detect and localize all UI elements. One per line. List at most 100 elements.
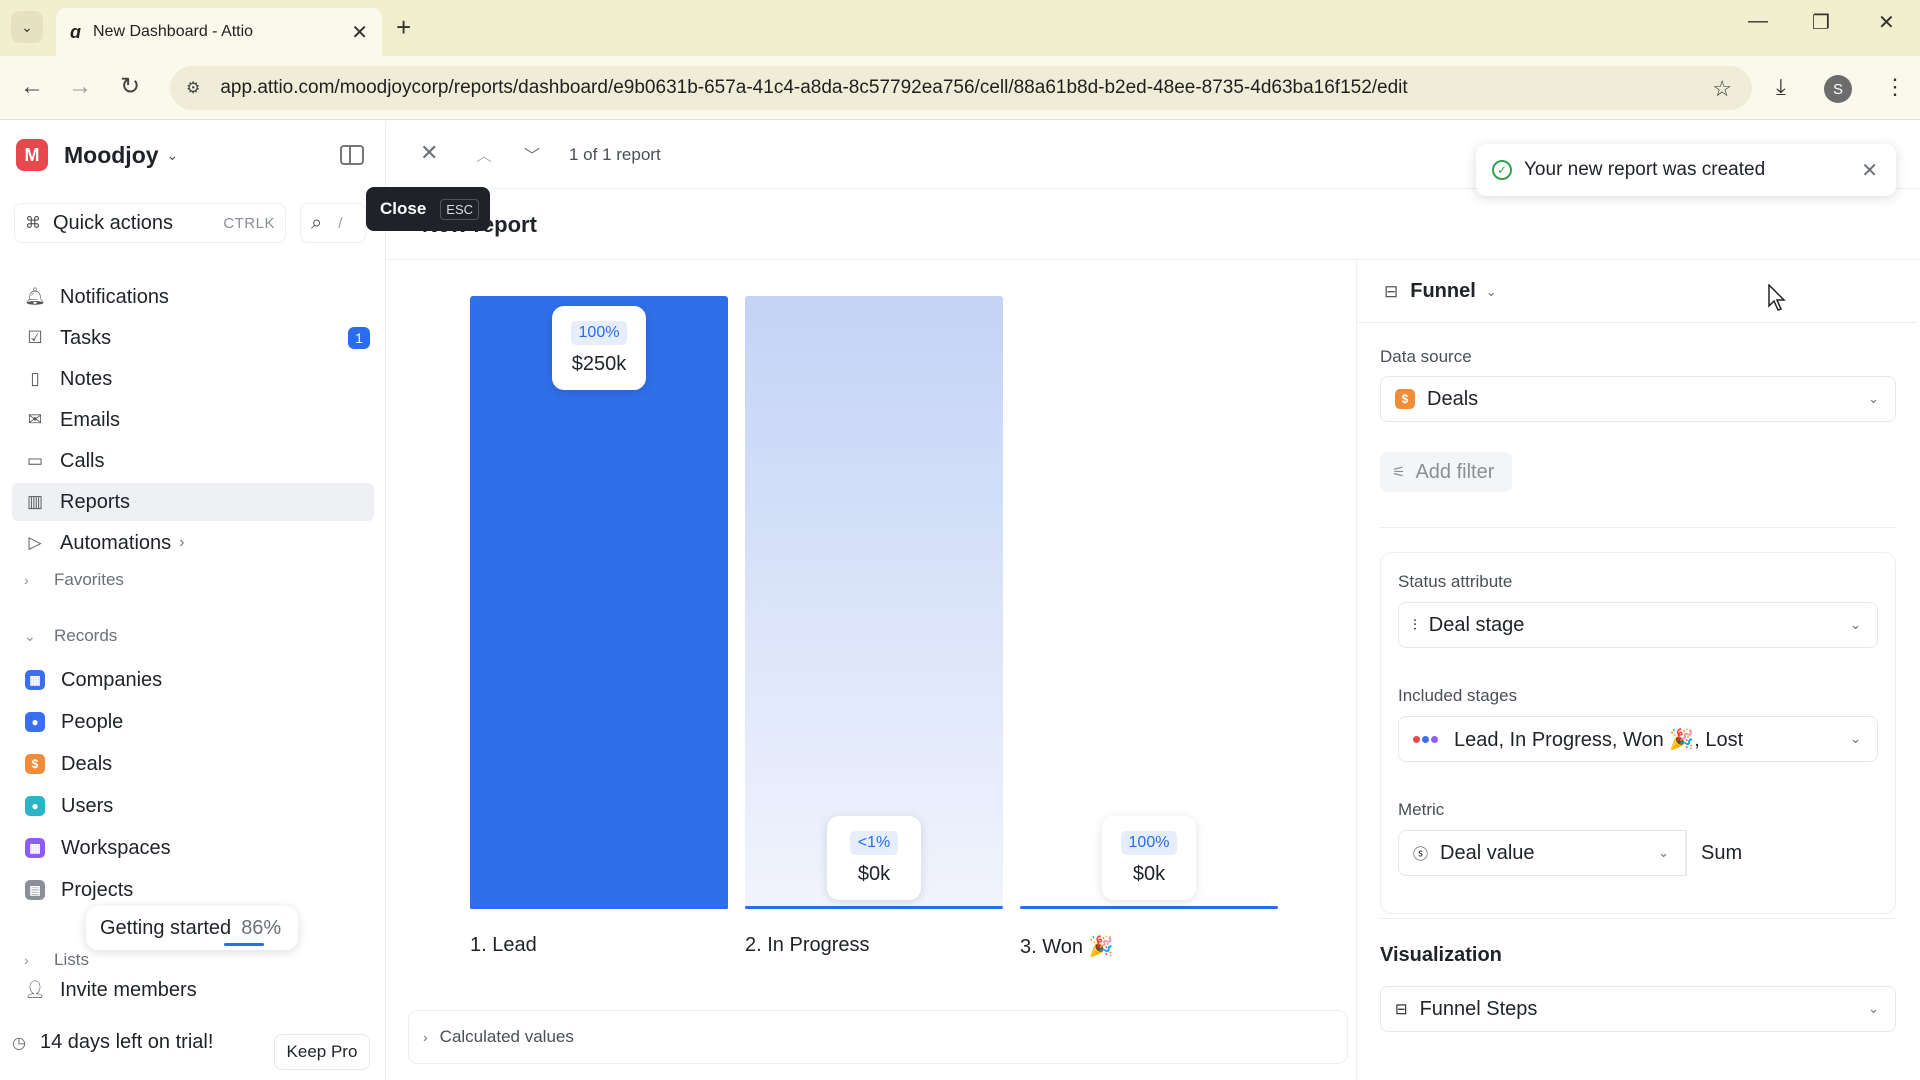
sidebar-item-emails[interactable]: ✉ Emails — [12, 401, 374, 439]
funnel-data-label: <1% $0k — [827, 816, 921, 900]
visualization-select[interactable]: ⊟ Funnel Steps ⌄ — [1380, 986, 1896, 1032]
add-filter-button[interactable]: ⚟ Add filter — [1380, 452, 1512, 492]
divider — [1357, 322, 1917, 323]
sidebar-item-automations[interactable]: ▷ Automations › — [12, 524, 374, 562]
funnel-value-label: $250k — [571, 352, 627, 375]
quick-actions-button[interactable]: ⌘ Quick actions CTRLK — [14, 203, 286, 243]
restore-icon[interactable]: ❐ — [1812, 10, 1830, 35]
new-tab-button[interactable]: + — [396, 12, 411, 42]
sidebar-item-notes[interactable]: ▯ Notes — [12, 360, 374, 398]
sidebar-item-workspaces[interactable]: ▦ Workspaces — [12, 829, 374, 867]
funnel-value-label: $0k — [1132, 862, 1166, 885]
tasks-count-badge: 1 — [348, 327, 370, 349]
chart-type-label: Funnel — [1410, 280, 1476, 302]
people-icon: ● — [25, 712, 45, 732]
mail-icon: ✉ — [27, 410, 43, 429]
metric-value: Deal value — [1440, 841, 1535, 864]
quick-actions-label: Quick actions — [53, 211, 174, 234]
search-button[interactable]: ⌕ / — [300, 203, 366, 243]
browser-menu-icon[interactable]: ⋮ — [1884, 74, 1906, 100]
chevron-down-icon: ⌄ — [21, 18, 33, 35]
favorites-section-toggle[interactable]: › Favorites — [24, 570, 124, 590]
site-settings-icon[interactable]: ⚙ — [186, 78, 200, 98]
tab-title: New Dashboard - Attio — [93, 23, 254, 40]
forward-icon[interactable]: → — [68, 72, 92, 102]
chevron-down-icon: ⌄ — [1658, 845, 1669, 860]
included-stages-select[interactable]: Lead, In Progress, Won 🎉, Lost ⌄ — [1398, 716, 1878, 762]
success-toast: ✓ Your new report was created ✕ — [1476, 144, 1896, 196]
chevron-right-icon: › — [24, 572, 29, 588]
sidebar-item-label: Emails — [60, 408, 121, 431]
tab-close-icon[interactable]: ✕ — [351, 20, 368, 45]
status-attribute-select[interactable]: ⫶ Deal stage ⌄ — [1398, 602, 1878, 648]
getting-started-widget[interactable]: Getting started 86% — [86, 906, 298, 950]
deals-icon: $ — [25, 754, 45, 774]
projects-icon: ▤ — [25, 880, 45, 900]
profile-avatar[interactable]: S — [1824, 75, 1852, 103]
lists-section-toggle[interactable]: › Lists — [24, 950, 89, 970]
next-report-icon[interactable]: ﹀ — [524, 142, 540, 166]
workspaces-icon: ▦ — [25, 838, 45, 858]
workspace-switcher[interactable]: M Moodjoy ⌄ — [16, 139, 178, 171]
download-icon[interactable]: ⤓ — [1776, 74, 1786, 100]
chevron-down-icon: ⌄ — [1850, 617, 1861, 632]
data-source-select[interactable]: $ Deals ⌄ — [1380, 376, 1896, 422]
check-circle-icon: ✓ — [1492, 160, 1512, 180]
back-icon[interactable]: ← — [20, 72, 44, 102]
sidebar-item-people[interactable]: ● People — [12, 703, 374, 741]
workspace-name: Moodjoy — [64, 141, 159, 168]
url-text: app.attio.com/moodjoycorp/reports/dashbo… — [220, 77, 1408, 98]
getting-started-percent: 86% — [241, 916, 282, 939]
users-icon: ● — [25, 796, 45, 816]
sidebar-item-reports[interactable]: ▥ Reports — [12, 483, 374, 521]
sidebar-item-projects[interactable]: ▤ Projects — [12, 871, 374, 909]
bookmark-star-icon[interactable]: ☆ — [1712, 76, 1732, 102]
sidebar-item-label: Automations — [60, 531, 172, 554]
reload-icon[interactable]: ↻ — [120, 72, 140, 102]
divider — [1380, 527, 1896, 528]
funnel-chart: 100% $250k 1. Lead <1% $0k 2. In Progress 100%… — [400, 262, 1340, 1002]
sidebar-item-companies[interactable]: ▦ Companies — [12, 661, 374, 699]
tooltip-label: Close — [380, 199, 427, 218]
sidebar-item-users[interactable]: ● Users — [12, 787, 374, 825]
data-source-value: Deals — [1427, 387, 1479, 410]
search-shortcut: / — [338, 214, 343, 232]
chevron-down-icon: ⌄ — [1850, 731, 1861, 746]
sidebar-item-label: People — [61, 710, 124, 733]
sidebar-item-calls[interactable]: ▭ Calls — [12, 442, 374, 480]
metric-select[interactable]: ⓢ Deal value ⌄ — [1398, 830, 1686, 876]
stage-dot — [1431, 735, 1438, 743]
funnel-steps-icon: ⊟ — [1395, 1001, 1408, 1018]
chevron-right-icon: › — [423, 1029, 428, 1045]
sidebar-item-label: Companies — [61, 668, 163, 691]
tab-search-button[interactable]: ⌄ — [11, 11, 43, 43]
sidebar-toggle-icon[interactable] — [340, 145, 364, 165]
quick-actions-shortcut: CTRLK — [223, 214, 275, 232]
chart-type-selector[interactable]: ⊟ Funnel ⌄ — [1384, 280, 1497, 303]
close-report-icon[interactable]: ✕ — [420, 140, 438, 166]
status-attribute-label: Status attribute — [1398, 572, 1513, 591]
chevron-right-icon: › — [179, 534, 185, 551]
records-section-toggle[interactable]: ⌄ Records — [24, 626, 117, 646]
funnel-category-label: 3. Won 🎉 — [1020, 936, 1114, 958]
dollar-circle-icon: ⓢ — [1413, 845, 1429, 863]
toast-close-icon[interactable]: ✕ — [1861, 158, 1878, 183]
calculated-values-toggle[interactable]: › Calculated values — [408, 1010, 1348, 1064]
minimize-icon[interactable]: — — [1748, 10, 1768, 33]
sidebar-item-label: Reports — [60, 490, 131, 513]
stage-dot — [1413, 735, 1420, 743]
window-close-icon[interactable]: ✕ — [1878, 10, 1895, 35]
omnibox[interactable]: ⚙ app.attio.com/moodjoycorp/reports/dash… — [170, 66, 1752, 110]
sidebar-item-tasks[interactable]: ☑ Tasks 1 — [12, 319, 374, 357]
getting-started-progress — [224, 943, 264, 946]
previous-report-icon[interactable]: ︿ — [476, 142, 492, 166]
sidebar-item-deals[interactable]: $ Deals — [12, 745, 374, 783]
section-label: Favorites — [54, 570, 124, 589]
check-square-icon: ☑ — [27, 328, 43, 347]
sidebar-item-label: Projects — [61, 878, 134, 901]
sidebar-item-notifications[interactable]: 🔔︎ Notifications — [12, 278, 374, 316]
browser-tab[interactable]: ɑ New Dashboard - Attio ✕ — [56, 8, 382, 56]
invite-members-button[interactable]: 👤︎ Invite members — [12, 971, 374, 1009]
aggregation-select[interactable]: Sum — [1686, 830, 1876, 876]
keep-pro-button[interactable]: Keep Pro — [274, 1034, 370, 1070]
